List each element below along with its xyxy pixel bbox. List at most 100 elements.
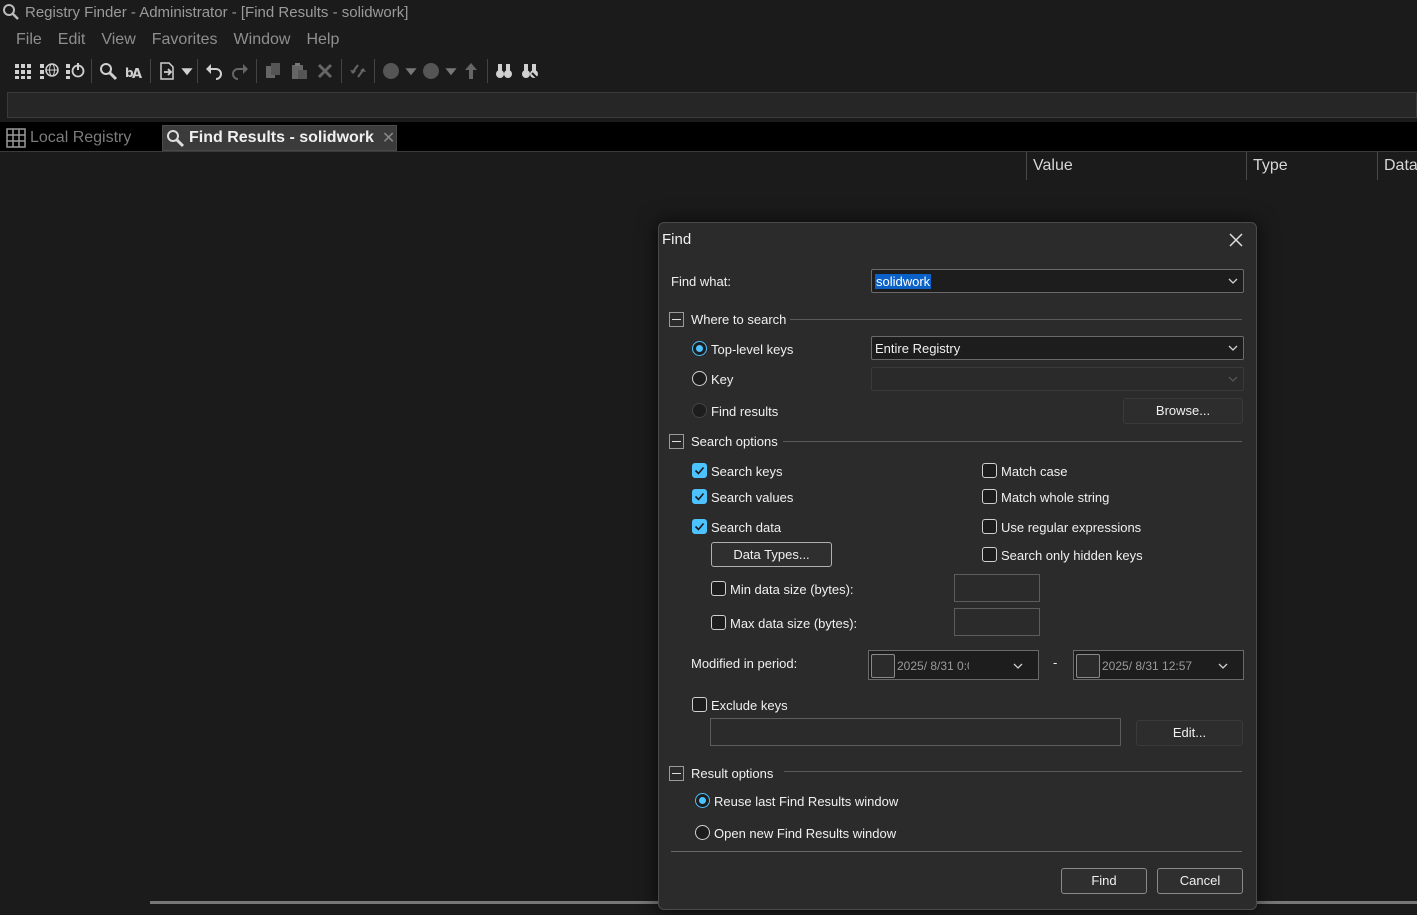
search-data-checkbox[interactable] bbox=[692, 519, 707, 534]
search-options-section: Search options bbox=[669, 433, 778, 449]
refresh-button[interactable] bbox=[345, 58, 371, 84]
find-button[interactable] bbox=[95, 58, 121, 84]
magnifier-icon bbox=[3, 4, 19, 20]
globe-grid-icon bbox=[40, 63, 59, 79]
search-keys-checkbox[interactable] bbox=[692, 463, 707, 478]
cancel-button[interactable]: Cancel bbox=[1157, 868, 1243, 894]
regex-checkbox[interactable] bbox=[982, 519, 997, 534]
redo-icon bbox=[232, 64, 248, 80]
max-size-checkbox[interactable] bbox=[711, 615, 726, 630]
min-size-input[interactable] bbox=[954, 574, 1040, 602]
menu-help[interactable]: Help bbox=[298, 29, 347, 51]
remote-registry-button[interactable] bbox=[36, 58, 62, 84]
exclude-keys-checkbox[interactable] bbox=[692, 697, 707, 712]
redo-button[interactable] bbox=[227, 58, 253, 84]
find-submit-button[interactable]: Find bbox=[1061, 868, 1147, 894]
column-type[interactable]: Type bbox=[1246, 152, 1378, 180]
find-results-label: Find results bbox=[711, 404, 779, 419]
paste-button[interactable] bbox=[286, 58, 312, 84]
up-button[interactable] bbox=[458, 58, 484, 84]
copy-button[interactable] bbox=[260, 58, 286, 84]
offline-registry-button[interactable] bbox=[62, 58, 88, 84]
checkmark-icon bbox=[694, 492, 705, 501]
toolbar-separator bbox=[197, 59, 198, 83]
toolbar-separator bbox=[487, 59, 488, 83]
match-whole-string-checkbox[interactable] bbox=[982, 489, 997, 504]
data-types-button[interactable]: Data Types... bbox=[711, 542, 832, 567]
paste-icon bbox=[292, 63, 307, 79]
forward-circle-icon bbox=[423, 63, 439, 79]
add-favorite-button[interactable] bbox=[491, 58, 517, 84]
date-range-separator: - bbox=[1053, 655, 1058, 670]
chevron-down-icon bbox=[1218, 663, 1228, 669]
dialog-footer-divider bbox=[671, 851, 1242, 852]
export-dropdown[interactable] bbox=[180, 58, 194, 84]
export-button[interactable] bbox=[154, 58, 180, 84]
section-divider bbox=[784, 771, 1242, 772]
browse-button[interactable]: Browse... bbox=[1123, 398, 1243, 424]
menu-window[interactable]: Window bbox=[226, 29, 299, 51]
toolbar-separator bbox=[91, 59, 92, 83]
menu-favorites[interactable]: Favorites bbox=[144, 29, 226, 51]
collapse-toggle[interactable] bbox=[669, 433, 684, 449]
top-level-keys-radio[interactable] bbox=[692, 341, 707, 356]
top-level-keys-combo[interactable]: Entire Registry bbox=[871, 336, 1244, 360]
results-column-headers: Value Type Data bbox=[0, 152, 1417, 180]
dialog-close-button[interactable] bbox=[1225, 229, 1247, 251]
remove-favorite-button[interactable] bbox=[517, 58, 543, 84]
date-from-checkbox[interactable] bbox=[871, 654, 895, 678]
checkmark-icon bbox=[694, 522, 705, 531]
collapse-toggle[interactable] bbox=[669, 765, 684, 781]
menu-file[interactable]: File bbox=[8, 29, 50, 51]
find-what-label: Find what: bbox=[671, 274, 731, 289]
tab-close-button[interactable]: ✕ bbox=[382, 128, 395, 148]
search-values-checkbox[interactable] bbox=[692, 489, 707, 504]
search-icon bbox=[167, 130, 185, 148]
menu-view[interactable]: View bbox=[93, 29, 143, 51]
undo-button[interactable] bbox=[201, 58, 227, 84]
result-options-label: Result options bbox=[691, 765, 774, 781]
forward-dropdown[interactable] bbox=[444, 58, 458, 84]
find-what-combo[interactable]: solidwork bbox=[871, 269, 1244, 293]
date-to-picker[interactable]: 2025/ 8/31 12:57 bbox=[1073, 650, 1244, 680]
tab-local-registry[interactable]: Local Registry bbox=[4, 125, 160, 151]
min-size-label: Min data size (bytes): bbox=[730, 582, 854, 597]
date-from-picker[interactable]: 2025/ 8/31 0:00 bbox=[868, 650, 1039, 680]
hidden-keys-checkbox[interactable] bbox=[982, 547, 997, 562]
match-case-checkbox[interactable] bbox=[982, 463, 997, 478]
toolbar: bA bbox=[0, 56, 543, 86]
forward-button[interactable] bbox=[418, 58, 444, 84]
delete-button[interactable] bbox=[312, 58, 338, 84]
find-what-value: solidwork bbox=[875, 274, 932, 289]
local-registry-button[interactable] bbox=[10, 58, 36, 84]
export-file-icon bbox=[160, 62, 174, 80]
collapse-toggle[interactable] bbox=[669, 311, 684, 327]
max-size-input[interactable] bbox=[954, 608, 1040, 636]
column-data[interactable]: Data bbox=[1377, 152, 1417, 180]
search-values-label: Search values bbox=[711, 490, 794, 505]
exclude-keys-input[interactable] bbox=[710, 718, 1121, 746]
address-bar[interactable] bbox=[7, 92, 1417, 118]
key-radio[interactable] bbox=[692, 371, 707, 386]
where-to-search-section: Where to search bbox=[669, 311, 786, 327]
open-new-window-radio[interactable] bbox=[695, 825, 710, 840]
column-value[interactable]: Value bbox=[1026, 152, 1246, 180]
replace-button[interactable]: bA bbox=[121, 58, 147, 84]
caret-down-icon bbox=[445, 68, 457, 76]
back-dropdown[interactable] bbox=[404, 58, 418, 84]
edit-button[interactable]: Edit... bbox=[1136, 720, 1243, 746]
date-to-checkbox[interactable] bbox=[1076, 654, 1100, 678]
reuse-window-radio[interactable] bbox=[695, 793, 710, 808]
back-button[interactable] bbox=[378, 58, 404, 84]
exclude-keys-label: Exclude keys bbox=[711, 698, 788, 713]
tab-find-results[interactable]: Find Results - solidwork ✕ bbox=[162, 125, 397, 151]
hidden-keys-label: Search only hidden keys bbox=[1001, 548, 1143, 563]
min-size-checkbox[interactable] bbox=[711, 581, 726, 596]
top-level-keys-label: Top-level keys bbox=[711, 342, 794, 357]
section-divider bbox=[783, 441, 1242, 442]
key-combo[interactable] bbox=[871, 367, 1244, 391]
match-case-label: Match case bbox=[1001, 464, 1068, 479]
grid-icon bbox=[6, 128, 26, 148]
menu-edit[interactable]: Edit bbox=[50, 29, 94, 51]
find-results-radio[interactable] bbox=[692, 403, 707, 418]
